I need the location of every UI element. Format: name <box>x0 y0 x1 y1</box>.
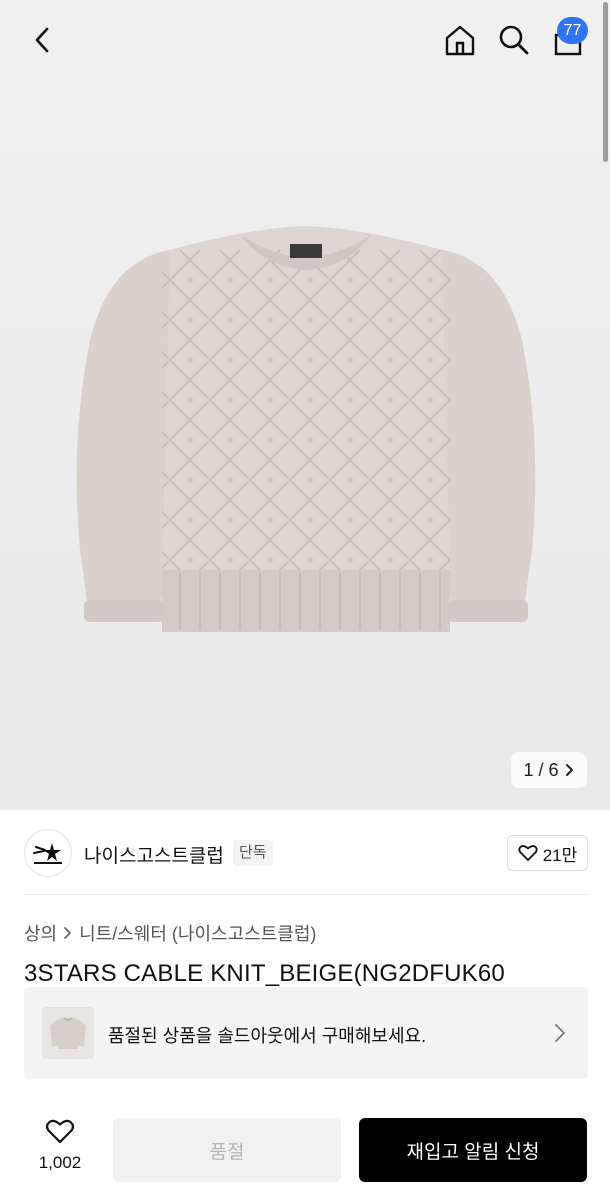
exclusive-tag: 단독 <box>233 840 273 866</box>
soldout-marketplace-banner[interactable]: 품절된 상품을 솔드아웃에서 구매해보세요. <box>24 987 588 1079</box>
product-image <box>76 226 536 632</box>
brand-row: 나이스고스트클럽 단독 21만 <box>24 826 588 882</box>
banner-text: 품절된 상품을 솔드아웃에서 구매해보세요. <box>108 1026 427 1046</box>
chevron-right-icon <box>555 1024 565 1042</box>
home-icon <box>445 25 475 56</box>
breadcrumb: 상의 니트/스웨터 (나이스고스트클럽) <box>24 920 316 946</box>
search-icon <box>499 25 529 55</box>
divider <box>24 894 588 895</box>
sweater-thumbnail-image <box>50 1017 86 1049</box>
brand-name[interactable]: 나이스고스트클럽 <box>84 841 224 868</box>
back-button[interactable] <box>22 20 62 60</box>
bottom-action-bar: 1,002 품절 재입고 알림 신청 <box>0 1100 610 1200</box>
heart-icon <box>518 845 538 861</box>
brand-logo-icon <box>33 843 62 864</box>
breadcrumb-category[interactable]: 상의 <box>24 920 57 946</box>
cart-count-badge: 77 <box>557 17 588 44</box>
chevron-right-icon <box>565 764 573 776</box>
restock-alert-button[interactable]: 재입고 알림 신청 <box>359 1118 587 1182</box>
pager-text: 1 / 6 <box>523 759 559 780</box>
soldout-button: 품절 <box>113 1118 341 1182</box>
banner-thumbnail <box>42 1007 94 1059</box>
wishlist-button[interactable]: 1,002 <box>30 1118 90 1173</box>
top-navigation: 77 <box>0 0 610 80</box>
brand-logo[interactable] <box>24 829 72 877</box>
chevron-right-icon <box>64 927 72 939</box>
search-button[interactable] <box>492 18 536 62</box>
wishlist-count: 1,002 <box>38 1153 82 1172</box>
scrollbar[interactable] <box>603 2 608 162</box>
brand-like-count: 21만 <box>542 845 578 865</box>
heart-icon <box>45 1119 75 1144</box>
breadcrumb-subcategory[interactable]: 니트/스웨터 (나이스고스트클럽) <box>79 920 316 946</box>
home-button[interactable] <box>438 18 482 62</box>
image-pager[interactable]: 1 / 6 <box>511 752 587 788</box>
back-chevron-icon <box>35 27 49 53</box>
product-image-gallery[interactable]: 1 / 6 <box>0 0 610 810</box>
brand-like-button[interactable]: 21만 <box>507 835 588 871</box>
